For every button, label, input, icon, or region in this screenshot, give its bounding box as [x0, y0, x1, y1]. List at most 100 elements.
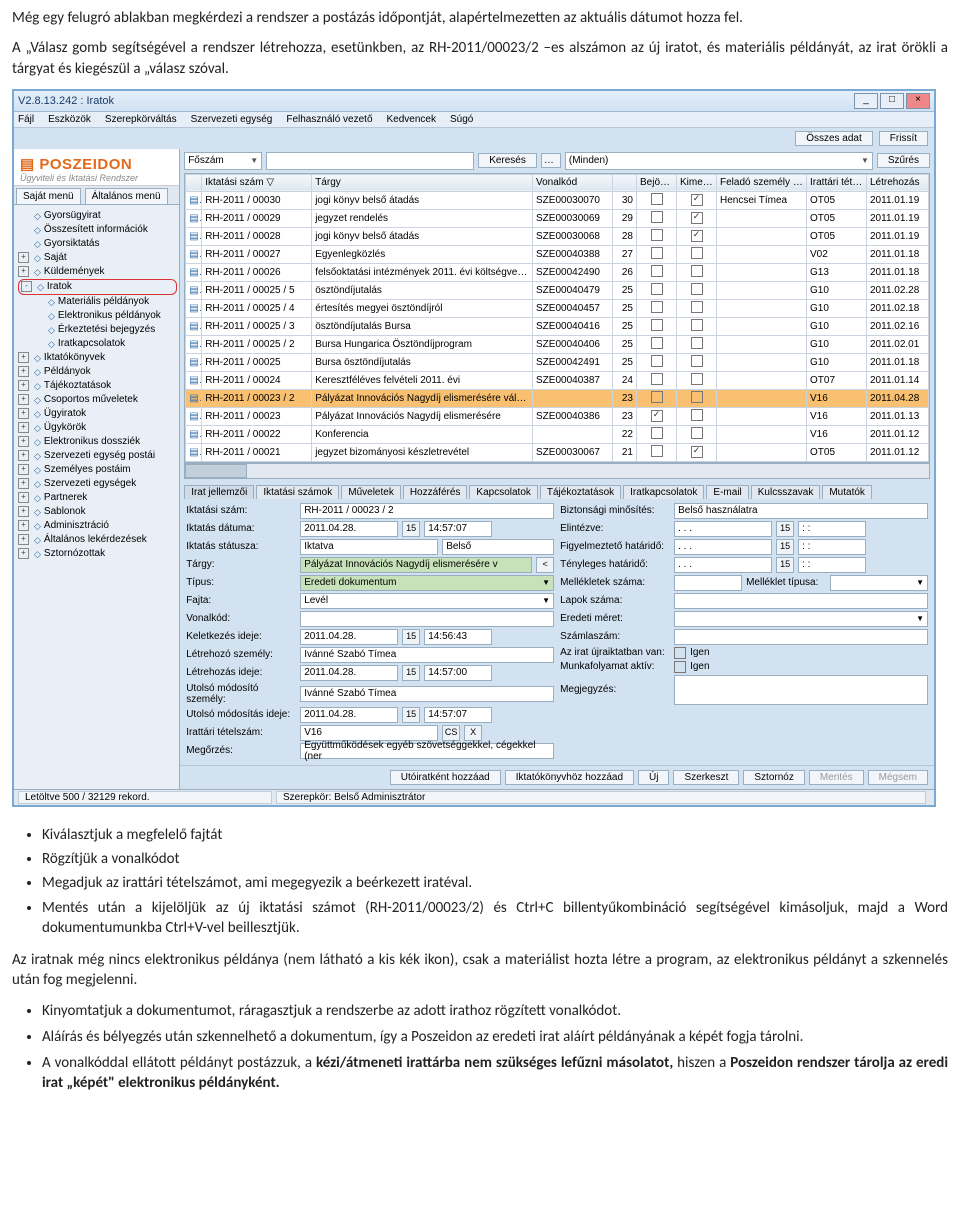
scope-combo[interactable]: (Minden)▼	[565, 152, 873, 170]
fld-mellszam[interactable]	[674, 575, 742, 591]
fld-megj[interactable]	[674, 675, 928, 705]
tree-node[interactable]: +◇Példányok	[18, 365, 177, 379]
sztorno-button[interactable]: Sztornóz	[743, 770, 804, 785]
chk-ujra[interactable]	[674, 647, 686, 659]
records-grid[interactable]: Iktatási szám ▽ Tárgy Vonalkód Bejövő? K…	[184, 173, 930, 463]
fld-iktatas-datuma[interactable]: 2011.04.28.	[300, 521, 398, 537]
fld-melltip[interactable]: ▼	[830, 575, 928, 591]
tree-node[interactable]: +◇Adminisztráció	[18, 519, 177, 533]
calendar-icon[interactable]: 15	[776, 557, 794, 573]
tree-node[interactable]: +◇Ügykörök	[18, 421, 177, 435]
fld-elintezve-t[interactable]: : :	[798, 521, 866, 537]
col-felado[interactable]: Feladó személy neve	[717, 174, 807, 191]
all-data-button[interactable]: Összes adat	[795, 131, 873, 146]
dtab-iratkapcs[interactable]: Iratkapcsolatok	[623, 485, 704, 499]
tree-node[interactable]: +◇Sztornózottak	[18, 547, 177, 561]
menu-item[interactable]: Fájl	[18, 114, 34, 125]
tree-node[interactable]: +◇Saját	[18, 251, 177, 265]
fld-megorzes[interactable]: Együttműködések egyéb szövetséggekkel, c…	[300, 743, 554, 759]
col-vonalkod[interactable]: Vonalkód	[533, 174, 613, 191]
menu-item[interactable]: Súgó	[450, 114, 473, 125]
table-row[interactable]: ▤RH-2011 / 00022Konferencia22V162011.01.…	[186, 425, 929, 443]
table-row[interactable]: ▤RH-2011 / 00026felsőoktatási intézménye…	[186, 263, 929, 281]
menu-item[interactable]: Eszközök	[48, 114, 91, 125]
tree-node[interactable]: +◇Személyes postáim	[18, 463, 177, 477]
dtab-hozzaferes[interactable]: Hozzáférés	[403, 485, 468, 499]
cancel-button[interactable]: Mégsem	[868, 770, 928, 785]
calendar-icon[interactable]: 15	[776, 539, 794, 555]
utoirat-button[interactable]: Utóiratként hozzáad	[390, 770, 501, 785]
table-row[interactable]: ▤RH-2011 / 00025 / 3ösztöndíjutalás Burs…	[186, 317, 929, 335]
fld-iktatasi-szam[interactable]: RH-2011 / 00023 / 2	[300, 503, 554, 519]
dtab-tajek[interactable]: Tájékoztatások	[540, 485, 621, 499]
col-iktatasi[interactable]: Iktatási szám ▽	[202, 174, 312, 191]
fld-tenyhat-t[interactable]: : :	[798, 557, 866, 573]
table-row[interactable]: ▤RH-2011 / 00029jegyzet rendelésSZE00030…	[186, 209, 929, 227]
fld-figyhat[interactable]: . . .	[674, 539, 772, 555]
menu-item[interactable]: Felhasználó vezető	[286, 114, 372, 125]
fld-vonalkod[interactable]	[300, 611, 554, 627]
calendar-icon[interactable]: 15	[402, 665, 420, 681]
fld-lapok[interactable]	[674, 593, 928, 609]
fld-letrehozo[interactable]: Ivánné Szabó Tímea	[300, 647, 554, 663]
menu-item[interactable]: Szervezeti egység	[191, 114, 273, 125]
tree-node[interactable]: +◇Szervezeti egységek	[18, 477, 177, 491]
fld-tipus[interactable]: Eredeti dokumentum▼	[300, 575, 554, 591]
tree-node[interactable]: +◇Partnerek	[18, 491, 177, 505]
tree-node[interactable]: +◇Küldemények	[18, 265, 177, 279]
table-row[interactable]: ▤RH-2011 / 00024Keresztféléves felvételi…	[186, 371, 929, 389]
search-input[interactable]	[266, 152, 474, 170]
table-row[interactable]: ▤RH-2011 / 00025 / 4értesítés megyei ösz…	[186, 299, 929, 317]
tree-node[interactable]: +◇Ügyiratok	[18, 407, 177, 421]
table-row[interactable]: ▤RH-2011 / 00023Pályázat Innovációs Nagy…	[186, 407, 929, 425]
tree-node[interactable]: +◇Iktatókönyvek	[18, 351, 177, 365]
fld-szamla[interactable]	[674, 629, 928, 645]
search-button[interactable]: Keresés	[478, 153, 537, 168]
cs-button[interactable]: CS	[442, 725, 460, 741]
new-button[interactable]: Új	[638, 770, 669, 785]
tree-node[interactable]: -◇Iratok	[18, 279, 177, 295]
horizontal-scrollbar[interactable]	[184, 463, 930, 479]
fld-modositas[interactable]: 2011.04.28.	[300, 707, 398, 723]
refresh-button[interactable]: Frissít	[879, 131, 928, 146]
table-row[interactable]: ▤RH-2011 / 00025Bursa ösztöndíjutalásSZE…	[186, 353, 929, 371]
fld-keletkezes-t[interactable]: 14:56:43	[424, 629, 492, 645]
table-row[interactable]: ▤RH-2011 / 00025 / 2Bursa Hungarica Öszt…	[186, 335, 929, 353]
tree-node[interactable]: ◇Gyorsügyirat	[18, 209, 177, 223]
fld-irattari[interactable]: V16	[300, 725, 438, 741]
targy-more-button[interactable]: <	[536, 557, 554, 573]
dtab-kulcs[interactable]: Kulcsszavak	[751, 485, 821, 499]
search-more-button[interactable]: …	[541, 153, 561, 168]
col-targy[interactable]: Tárgy	[312, 174, 533, 191]
tree-node[interactable]: ◇Materiális példányok	[18, 295, 177, 309]
col-bejovo[interactable]: Bejövő?	[637, 174, 677, 191]
dtab-iktatasi[interactable]: Iktatási számok	[256, 485, 339, 499]
tree-node[interactable]: +◇Sablonok	[18, 505, 177, 519]
fld-biztonsag[interactable]: Belső használatra	[674, 503, 928, 519]
fld-letrehozas-t[interactable]: 14:57:00	[424, 665, 492, 681]
table-row[interactable]: ▤RH-2011 / 00028jogi könyv belső átadásS…	[186, 227, 929, 245]
fld-elintezve[interactable]: . . .	[674, 521, 772, 537]
fld-tenyhat[interactable]: . . .	[674, 557, 772, 573]
col-kimeno[interactable]: Kimenő?	[677, 174, 717, 191]
calendar-icon[interactable]: 15	[776, 521, 794, 537]
tree-node[interactable]: +◇Általános lekérdezések	[18, 533, 177, 547]
fld-figyhat-t[interactable]: : :	[798, 539, 866, 555]
tree-node[interactable]: +◇Tájékoztatások	[18, 379, 177, 393]
menu-item[interactable]: Kedvencek	[387, 114, 436, 125]
main-number-combo[interactable]: Főszám▼	[184, 152, 262, 170]
table-row[interactable]: ▤RH-2011 / 00030jogi könyv belső átadásS…	[186, 191, 929, 209]
fld-iktatas-time[interactable]: 14:57:07	[424, 521, 492, 537]
tab-general-menu[interactable]: Általános menü	[85, 188, 168, 204]
tree-node[interactable]: ◇Érkeztetési bejegyzés	[18, 323, 177, 337]
edit-button[interactable]: Szerkeszt	[673, 770, 739, 785]
tab-own-menu[interactable]: Saját menü	[16, 188, 81, 204]
calendar-icon[interactable]: 15	[402, 521, 420, 537]
close-button[interactable]: ×	[906, 93, 930, 109]
fld-status2[interactable]: Belső	[442, 539, 554, 555]
tree-node[interactable]: ◇Elektronikus példányok	[18, 309, 177, 323]
tree-node[interactable]: +◇Szervezeti egység postái	[18, 449, 177, 463]
dtab-email[interactable]: E-mail	[706, 485, 748, 499]
fld-keletkezes[interactable]: 2011.04.28.	[300, 629, 398, 645]
dtab-kapcsolatok[interactable]: Kapcsolatok	[469, 485, 537, 499]
